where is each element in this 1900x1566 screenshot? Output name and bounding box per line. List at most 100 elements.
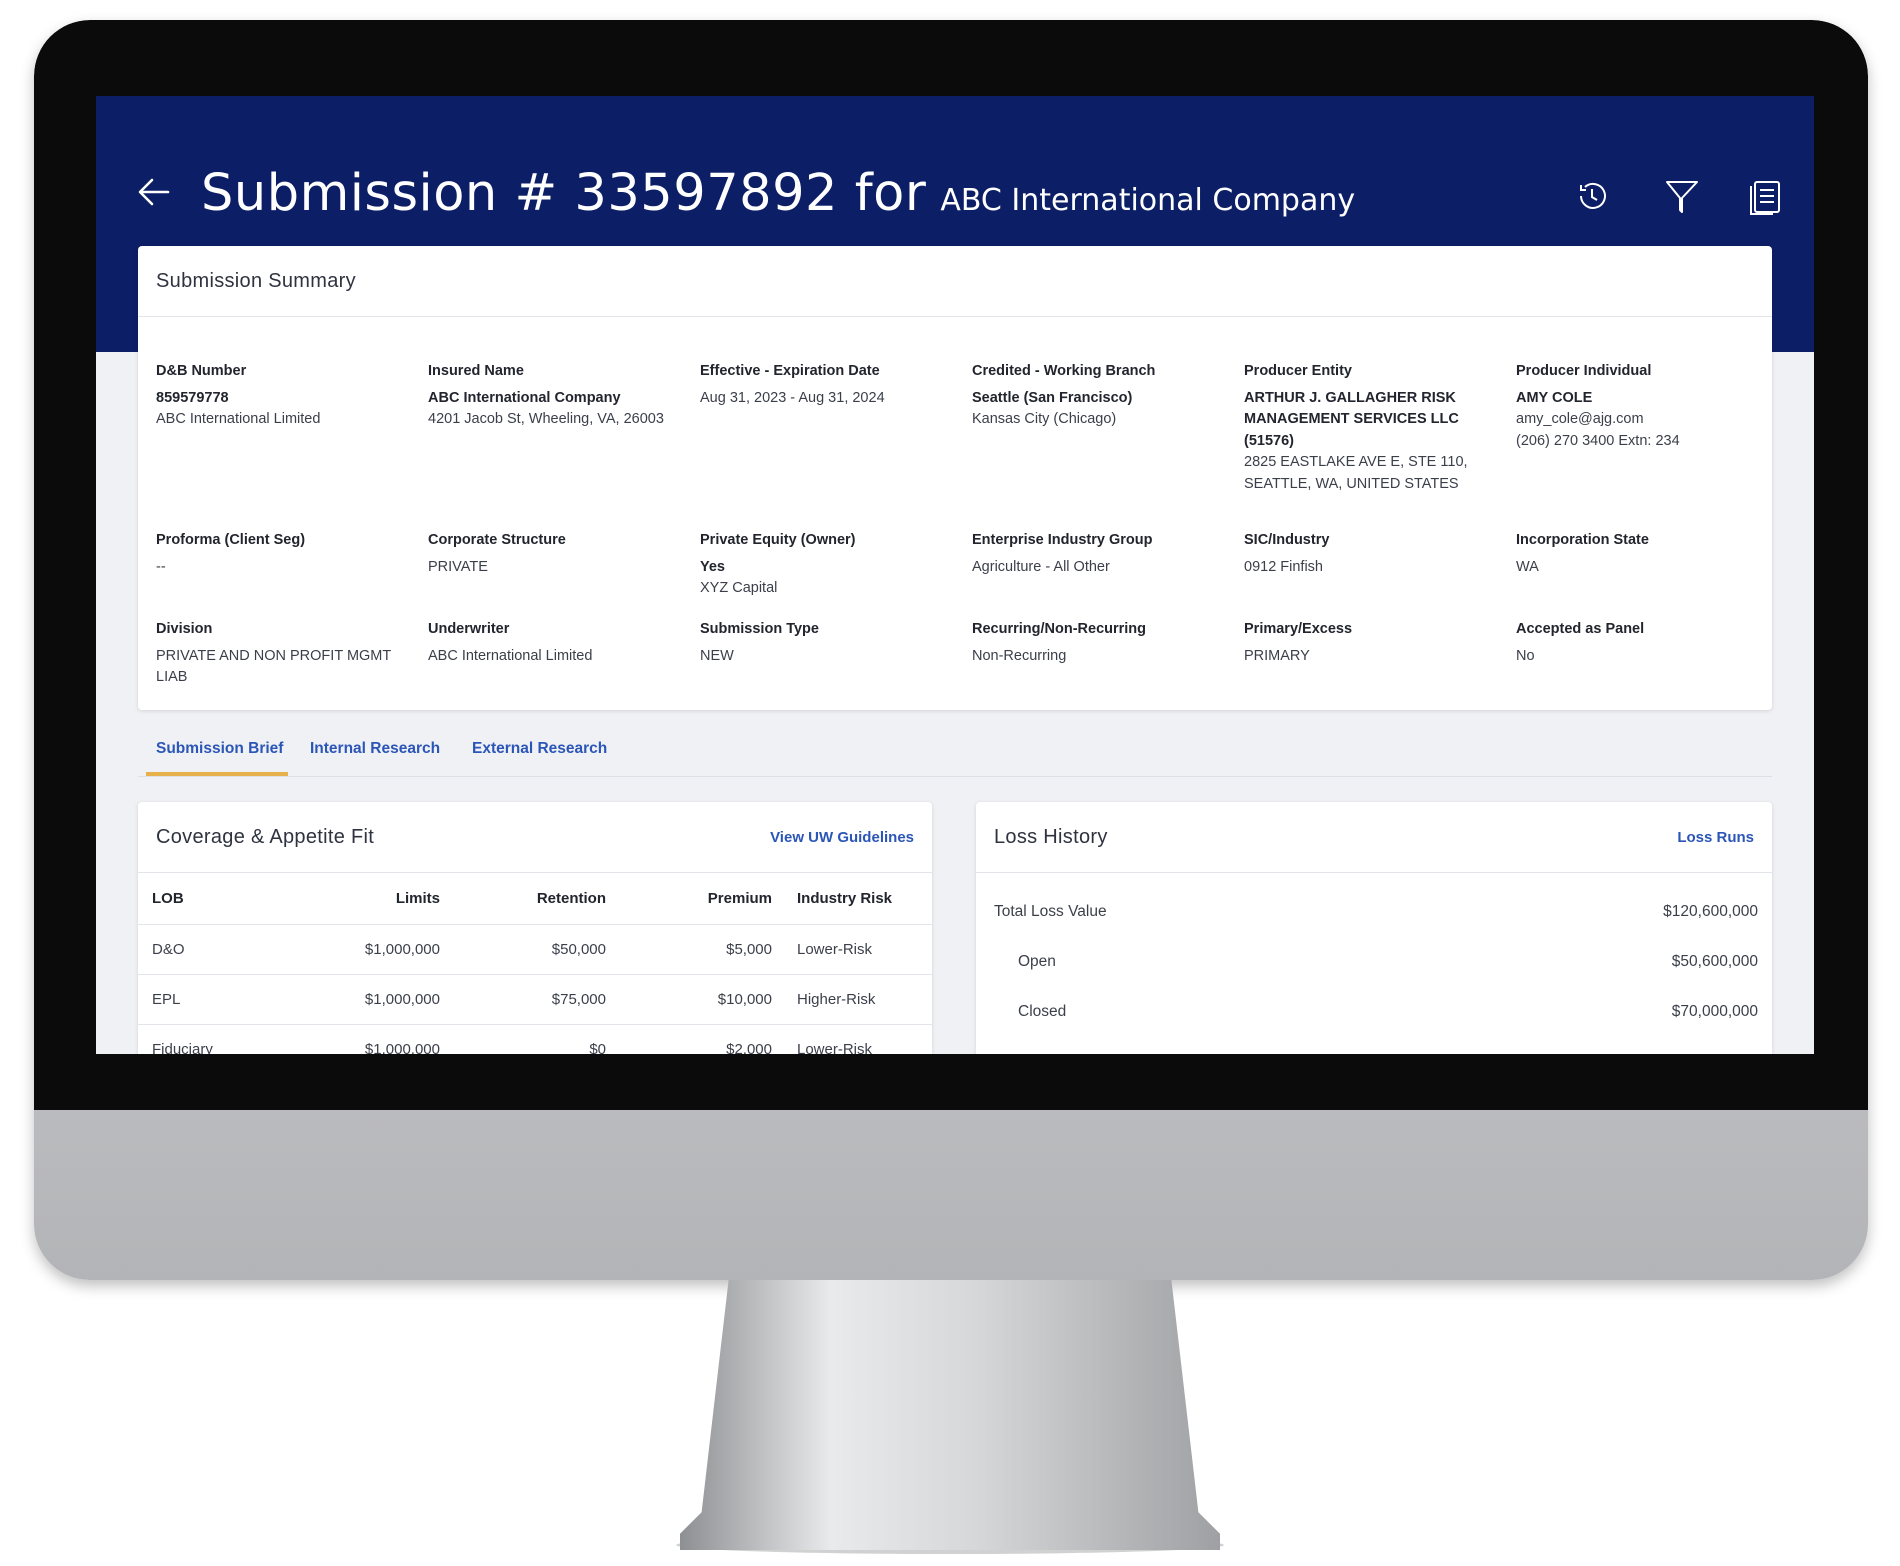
cell-lob: Fiduciary: [138, 1024, 253, 1054]
history-icon[interactable]: [1572, 176, 1612, 216]
field-label: Private Equity (Owner): [700, 532, 856, 548]
loss-runs-link[interactable]: Loss Runs: [1677, 829, 1754, 846]
field-value: ABC International Limited: [156, 411, 321, 427]
field-value: PRIVATE: [428, 558, 488, 575]
loss-header: Loss History Loss Runs: [976, 802, 1772, 873]
cell-retention: $75,000: [441, 974, 607, 1025]
field-primary-value: AMY COLE: [1516, 389, 1593, 406]
cell-retention: $0: [441, 1024, 607, 1054]
summary-field: Division PRIVATE AND NON PROFIT MGMT LIAB: [156, 619, 408, 689]
tab-internal-research[interactable]: Internal Research: [310, 740, 440, 758]
summary-field: Insured Name ABC International Company 420…: [428, 361, 680, 431]
summary-field: Recurring/Non-Recurring Non-Recurring: [972, 619, 1224, 667]
summary-header: Submission Summary: [138, 246, 1772, 317]
cell-lob: D&O: [138, 924, 253, 975]
summary-field: Enterprise Industry Group Agriculture - A…: [972, 530, 1224, 578]
field-value: 0912 Finfish: [1244, 558, 1323, 575]
field-value: XYZ Capital: [700, 580, 778, 596]
cell-limits: $1,000,000: [253, 974, 441, 1025]
field-value: (206) 270 3400 Extn: 234: [1516, 432, 1680, 449]
tab-external-research[interactable]: External Research: [472, 740, 607, 758]
loss-value: $70,000,000: [1671, 1003, 1758, 1020]
field-label: Producer Entity: [1244, 363, 1352, 379]
document-icon[interactable]: [1746, 176, 1786, 216]
summary-field: Underwriter ABC International Limited: [428, 619, 680, 667]
summary-field: Primary/Excess PRIMARY: [1244, 619, 1496, 667]
loss-row-open: Open $50,600,000: [1018, 953, 1758, 971]
loss-label: Total Loss Value: [994, 903, 1107, 920]
summary-field: SIC/Industry 0912 Finfish: [1244, 530, 1496, 578]
view-uw-guidelines-link[interactable]: View UW Guidelines: [770, 829, 914, 846]
tab-submission-brief[interactable]: Submission Brief: [156, 740, 283, 758]
field-primary-value: Yes: [700, 558, 725, 575]
table-header-row: LOB Limits Retention Premium Industry Ri…: [138, 872, 932, 925]
field-label: Enterprise Industry Group: [972, 532, 1153, 548]
field-label: Recurring/Non-Recurring: [972, 621, 1147, 637]
field-label: Effective - Expiration Date: [700, 363, 880, 379]
col-retention: Retention: [441, 872, 607, 925]
col-industry-risk: Industry Risk: [773, 872, 932, 925]
field-label: Proforma (Client Seg): [156, 532, 306, 548]
field-label: Accepted as Panel: [1516, 621, 1645, 637]
field-value: Non-Recurring: [972, 647, 1067, 664]
summary-field: Corporate Structure PRIVATE: [428, 530, 680, 578]
field-value: Agriculture - All Other: [972, 558, 1110, 575]
loss-value: $120,600,000: [1663, 903, 1758, 920]
summary-field: Effective - Expiration Date Aug 31, 2023 …: [700, 361, 952, 409]
cell-premium: $5,000: [607, 924, 773, 975]
loss-row-closed: Closed $70,000,000: [1018, 1003, 1758, 1021]
coverage-table: LOB Limits Retention Premium Industry Ri…: [138, 872, 932, 1054]
field-primary-value: 859579778: [156, 389, 229, 406]
back-arrow-icon[interactable]: [136, 174, 172, 210]
field-label: D&B Number: [156, 363, 247, 379]
field-value: Aug 31, 2023 - Aug 31, 2024: [700, 389, 885, 406]
field-label: Credited - Working Branch: [972, 363, 1156, 379]
field-value: Kansas City (Chicago): [972, 411, 1117, 427]
field-label: Corporate Structure: [428, 532, 566, 548]
field-value: WA: [1516, 558, 1539, 575]
cell-premium: $2,000: [607, 1024, 773, 1054]
field-label: Submission Type: [700, 621, 819, 637]
field-label: Producer Individual: [1516, 363, 1652, 379]
summary-field: Producer Individual AMY COLE amy_cole@ajg.…: [1516, 361, 1768, 452]
loss-history-card: Loss History Loss Runs Total Loss Value …: [976, 802, 1772, 1054]
field-label: Primary/Excess: [1244, 621, 1353, 637]
loss-value: $50,600,000: [1671, 953, 1758, 970]
cell-limits: $1,000,000: [253, 1024, 441, 1054]
coverage-card: Coverage & Appetite Fit View UW Guidelin…: [138, 802, 932, 1054]
field-value: No: [1516, 647, 1535, 664]
field-label: Underwriter: [428, 621, 510, 637]
summary-field: Producer Entity ARTHUR J. GALLAGHER RISK …: [1244, 361, 1496, 495]
cell-industry-risk: Lower-Risk: [773, 1024, 932, 1054]
submission-summary-card: Submission Summary D&B Number 859579778 AB…: [138, 246, 1772, 710]
summary-field: Private Equity (Owner) Yes XYZ Capital: [700, 530, 952, 600]
summary-field: Credited - Working Branch Seattle (San Fr…: [972, 361, 1224, 431]
cell-lob: EPL: [138, 974, 253, 1025]
cell-industry-risk: Higher-Risk: [773, 974, 932, 1025]
cell-premium: $10,000: [607, 974, 773, 1025]
cell-industry-risk: Lower-Risk: [773, 924, 932, 975]
field-value: 4201 Jacob St, Wheeling, VA, 26003: [428, 411, 664, 427]
table-row: D&O $1,000,000 $50,000 $5,000 Lower-Risk: [138, 924, 932, 975]
cell-retention: $50,000: [441, 924, 607, 975]
field-label: SIC/Industry: [1244, 532, 1330, 548]
coverage-header: Coverage & Appetite Fit View UW Guidelin…: [138, 802, 932, 873]
loss-label: Closed: [1018, 1003, 1067, 1020]
field-primary-value: Seattle (San Francisco): [972, 389, 1133, 406]
col-premium: Premium: [607, 872, 773, 925]
summary-field: D&B Number 859579778 ABC International Lim…: [156, 361, 408, 431]
submission-title: Submission # 33597892 for: [201, 164, 927, 223]
summary-field: Submission Type NEW: [700, 619, 952, 667]
col-lob: LOB: [138, 872, 253, 925]
page-title: Submission # 33597892 for ABC Internation…: [201, 164, 1355, 223]
summary-field: Proforma (Client Seg) --: [156, 530, 408, 578]
field-value: PRIVATE AND NON PROFIT MGMT LIAB: [156, 647, 391, 686]
active-tab-indicator: [146, 772, 288, 776]
field-value: amy_cole@ajg.com: [1516, 411, 1644, 427]
filter-icon[interactable]: [1662, 176, 1702, 216]
field-label: Insured Name: [428, 363, 524, 379]
field-primary-value: ARTHUR J. GALLAGHER RISK MANAGEMENT SERV…: [1244, 389, 1459, 449]
field-label: Incorporation State: [1516, 532, 1649, 548]
field-label: Division: [156, 621, 213, 637]
field-value: NEW: [700, 647, 734, 664]
